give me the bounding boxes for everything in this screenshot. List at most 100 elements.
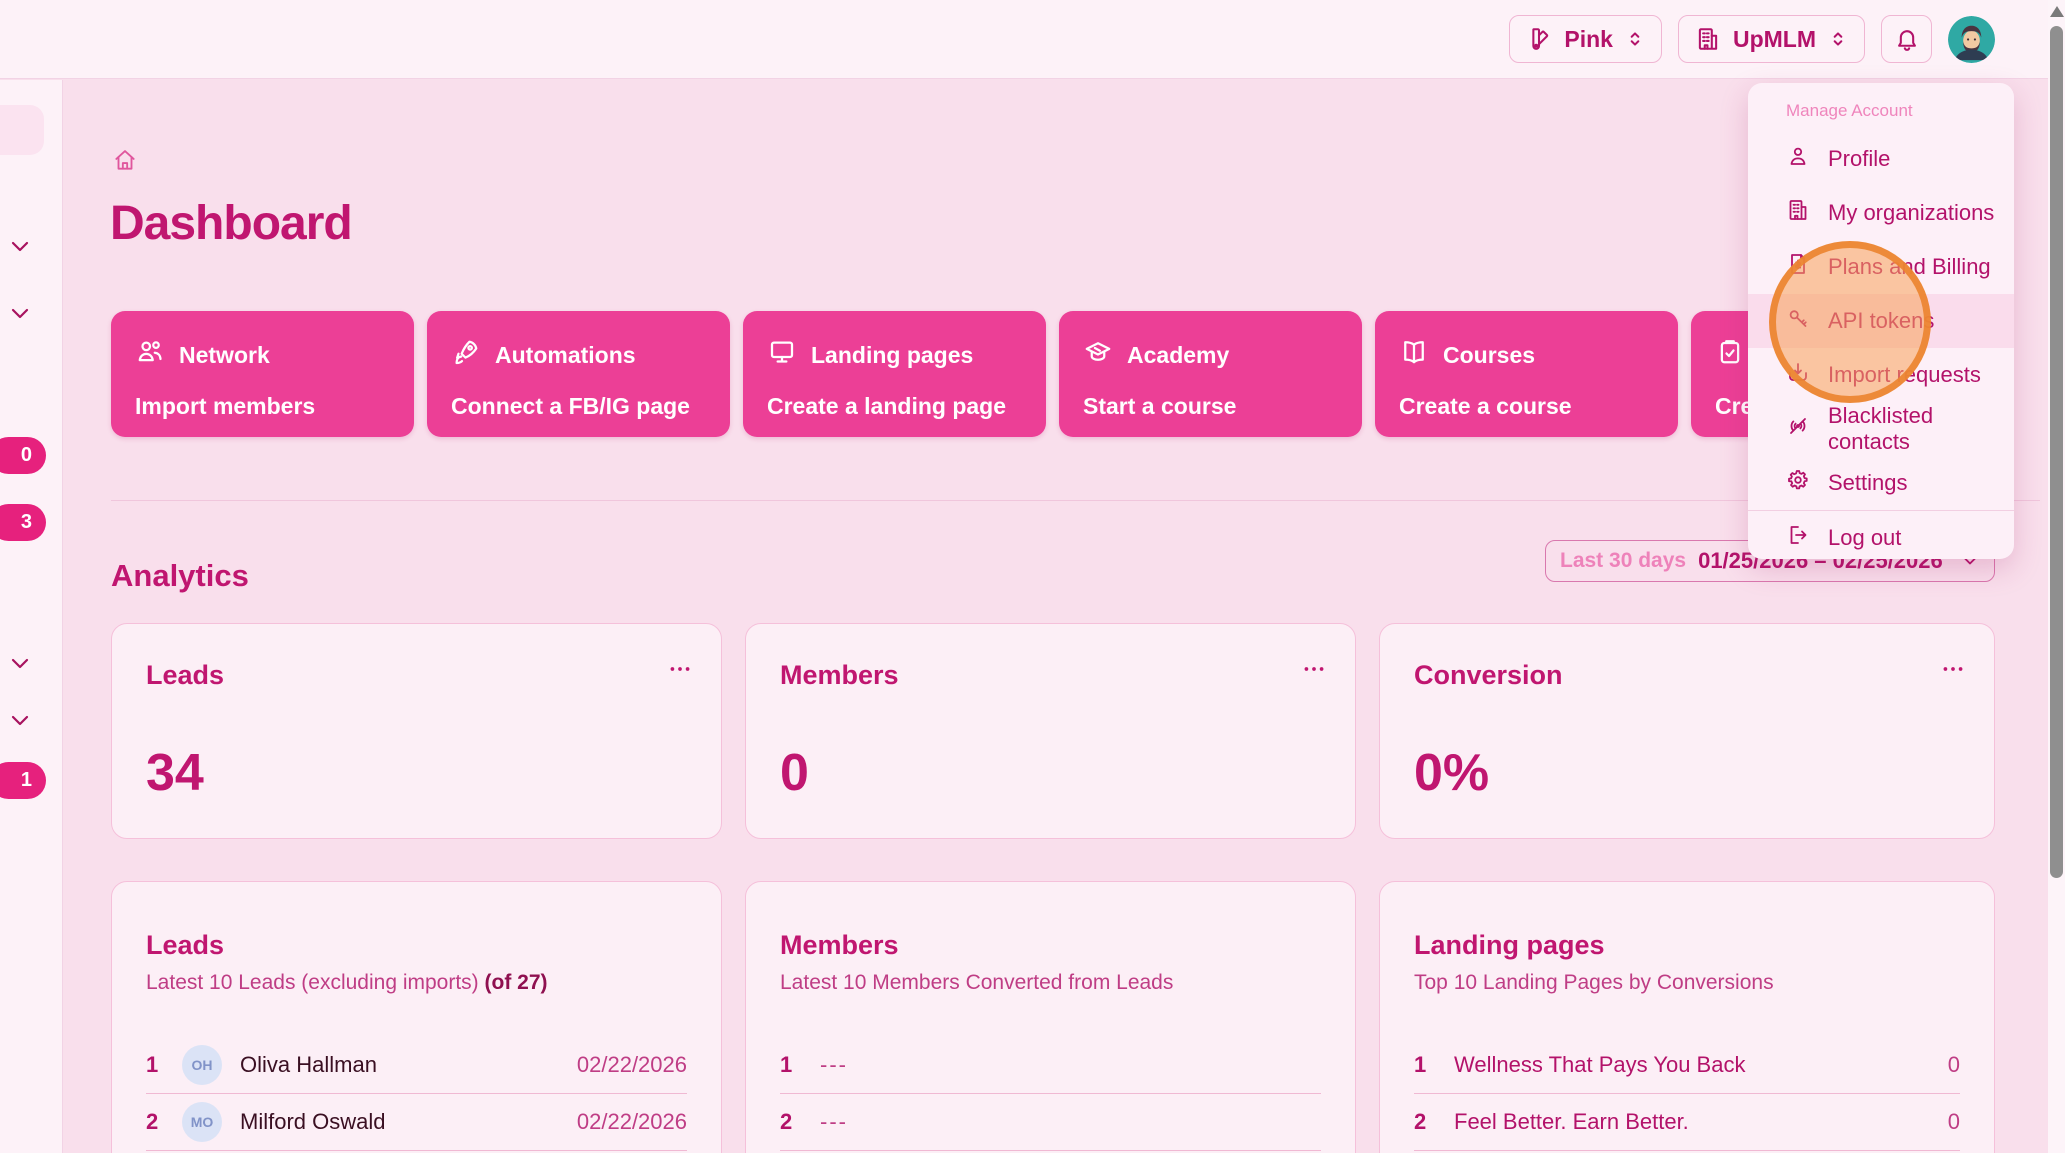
account-menu-section-label: Manage Account [1786,101,1913,120]
more-options-button[interactable] [1940,656,1966,687]
list-item[interactable]: 1 --- [780,1037,1321,1094]
menu-item-import-requests[interactable]: Import requests [1748,348,2014,402]
quick-action-automations[interactable]: Automations Connect a FB/IG page [427,311,730,437]
notifications-button[interactable] [1881,15,1932,63]
building-icon [1695,26,1721,52]
monitor-icon [767,337,797,373]
quick-action-title: Landing pages [811,341,974,368]
quick-action-landing-pages[interactable]: Landing pages Create a landing page [743,311,1046,437]
scrollbar-thumb[interactable] [2050,26,2063,878]
list-card-members: Members Latest 10 Members Converted from… [745,881,1356,1153]
lead-date: 02/22/2026 [576,1052,687,1077]
stats-row: Leads 34 Members 0 Conversion 0% [111,623,1995,839]
list-item[interactable]: 1 Wellness That Pays You Back 0 [1414,1037,1960,1094]
menu-item-blacklisted-contacts[interactable]: Blacklisted contacts [1748,402,2014,456]
list-subtitle: Latest 10 Members Converted from Leads [780,971,1174,994]
menu-item-label: API tokens [1828,308,1935,333]
home-icon[interactable] [112,147,138,178]
avatar: OH [182,1045,222,1085]
clipboard-check-icon [1715,337,1745,373]
list-item[interactable]: 2 --- [780,1094,1321,1151]
quick-action-subtitle: Import members [135,393,316,419]
menu-item-my-organizations[interactable]: My organizations [1748,186,2014,240]
menu-item-plans-billing[interactable]: Plans and Billing [1748,240,2014,294]
list-item[interactable]: 1 OH Oliva Hallman 02/22/2026 [146,1037,687,1094]
sidebar-active-item[interactable] [0,105,44,155]
landing-page-name: Feel Better. Earn Better. [1454,1109,1689,1134]
menu-item-label: Profile [1828,146,1891,171]
import-icon [1786,360,1810,390]
building-icon [1786,198,1810,228]
list-title: Landing pages [1414,930,1605,960]
chevron-down-icon[interactable] [8,301,32,330]
app-root: Pink UpMLM 0 3 1 Dashboard Network Impor… [0,0,2065,1153]
theme-select[interactable]: Pink [1509,15,1662,63]
list-subtitle-count: (of 27) [484,971,548,994]
quick-action-title: Courses [1443,341,1536,368]
user-avatar[interactable] [1948,15,1995,63]
collapsed-sidebar: 0 3 1 [0,80,63,1153]
member-placeholder: --- [820,1052,848,1077]
chevron-updown-icon [1828,29,1848,49]
lead-date: 02/22/2026 [576,1109,687,1134]
member-placeholder: --- [820,1109,848,1134]
date-range-preset: Last 30 days [1560,549,1687,572]
menu-item-log-out[interactable]: Log out [1748,510,2014,559]
more-options-button[interactable] [1301,656,1327,687]
avatar: MO [182,1102,222,1142]
stat-value: 34 [146,744,204,802]
stat-title: Conversion [1414,660,1563,690]
menu-item-label: Import requests [1828,362,1981,387]
quick-action-subtitle: Connect a FB/IG page [451,393,690,419]
page-title: Dashboard [110,197,353,250]
page-scrollbar[interactable] [2048,0,2065,1153]
menu-item-label: My organizations [1828,200,1995,225]
lead-name: Oliva Hallman [240,1052,377,1077]
chevron-updown-icon [1625,29,1645,49]
list-card-leads: Leads Latest 10 Leads (excluding imports… [111,881,722,1153]
menu-item-settings[interactable]: Settings [1748,456,2014,510]
row-rank: 2 [780,1109,793,1134]
conversion-count: 0 [1947,1109,1960,1134]
top-bar: Pink UpMLM [0,0,2065,79]
quick-action-network[interactable]: Network Import members [111,311,414,437]
chevron-down-icon[interactable] [8,651,32,680]
rocket-icon [451,337,481,373]
menu-item-api-tokens[interactable]: API tokens [1748,294,2014,348]
list-item[interactable]: 2 Feel Better. Earn Better. 0 [1414,1094,1960,1151]
chevron-down-icon[interactable] [8,708,32,737]
analytics-heading: Analytics [111,558,249,593]
theme-select-label: Pink [1564,25,1613,52]
quick-action-academy[interactable]: Academy Start a course [1059,311,1362,437]
quick-action-courses[interactable]: Courses Create a course [1375,311,1678,437]
person-icon [1786,144,1810,174]
lead-name: Milford Oswald [240,1109,386,1134]
quick-action-subtitle: Start a course [1083,393,1237,419]
menu-item-label: Plans and Billing [1828,254,1991,279]
stat-title: Members [780,660,899,690]
stat-card-leads: Leads 34 [111,623,722,839]
landing-page-name: Wellness That Pays You Back [1454,1052,1746,1077]
stat-value: 0 [780,744,809,802]
lists-row: Leads Latest 10 Leads (excluding imports… [111,881,1995,1153]
more-options-button[interactable] [667,656,693,687]
broadcast-off-icon [1786,414,1810,444]
chevron-down-icon[interactable] [8,234,32,263]
stat-card-members: Members 0 [745,623,1356,839]
swatch-icon [1526,26,1552,52]
list-item[interactable]: 2 MO Milford Oswald 02/22/2026 [146,1094,687,1151]
menu-item-label: Log out [1828,525,1902,550]
list-title: Leads [146,930,225,960]
sidebar-count-badge: 1 [0,762,46,799]
graduation-cap-icon [1083,337,1113,373]
row-rank: 2 [146,1109,159,1134]
organization-select[interactable]: UpMLM [1677,15,1865,63]
scrollbar-up-arrow[interactable] [2050,6,2064,17]
menu-item-profile[interactable]: Profile [1748,132,2014,186]
list-card-landing-pages: Landing pages Top 10 Landing Pages by Co… [1379,881,1995,1153]
quick-actions-row: Network Import members Automations Conne… [111,311,1994,437]
key-icon [1786,306,1810,336]
logout-icon [1786,523,1810,553]
list-title: Members [780,930,899,960]
quick-action-title: Automations [495,341,636,368]
